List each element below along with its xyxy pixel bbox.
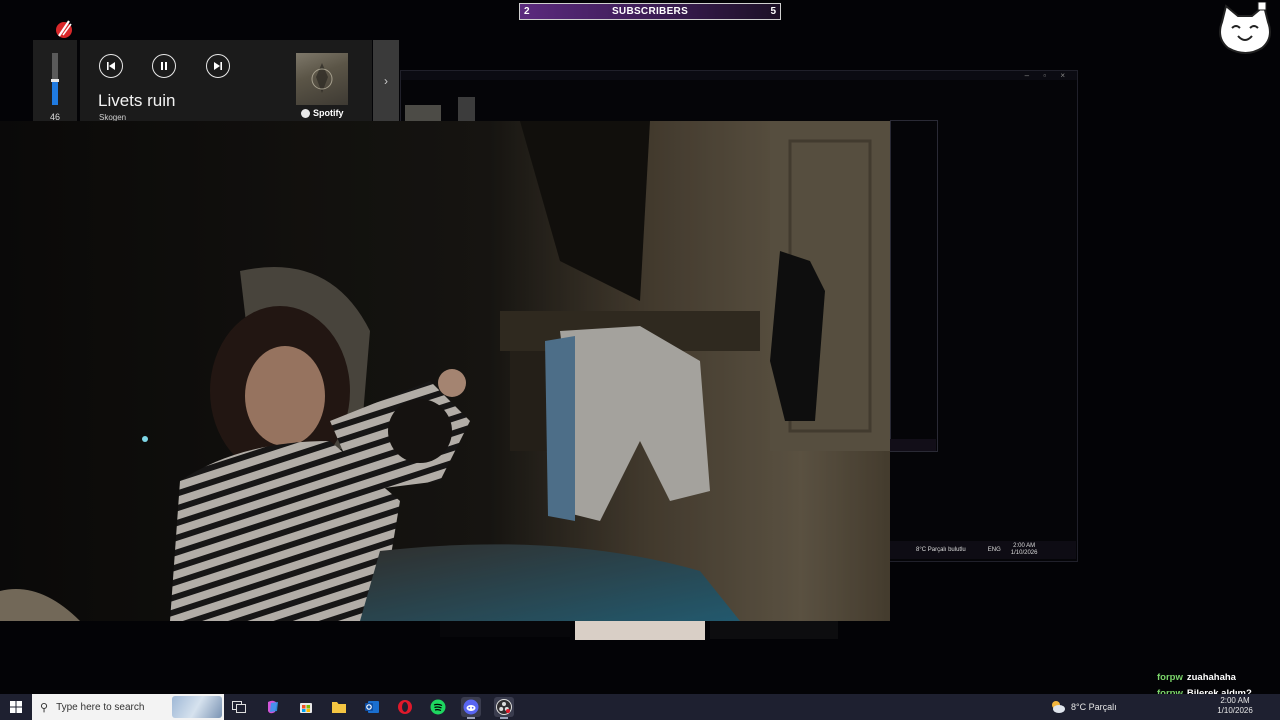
windows-logo-icon [10,701,22,713]
tray-weather-text: 8°C Parçalı [1071,702,1117,712]
previous-icon [107,62,115,70]
nested-taskbar: 8°C Parçalı bulutlu ENG 2:00 AM 1/10/202… [890,541,1076,559]
background-panel [710,621,838,639]
volume-slider-knob[interactable] [51,79,59,82]
subscriber-current: 2 [524,6,530,17]
background-window-titlebar: – ▫ × [401,71,1077,80]
search-highlight-image [172,696,222,718]
opera-icon[interactable] [395,697,415,717]
start-button[interactable] [0,694,32,720]
nested-window-edge [890,120,938,452]
media-controls-overlay: 46 Livets ruin Skogen Spotify › [33,40,399,122]
tray-time: 2:00 AM [1220,696,1250,705]
nested-taskbar-mini [890,439,936,451]
nested-album-thumbnail [405,105,441,122]
subscriber-target: 5 [770,6,776,17]
previous-track-button[interactable] [99,54,123,78]
track-title: Livets ruin [98,91,176,110]
background-thumbnail [575,621,705,640]
windows-taskbar: ⚲ Type here to search 8°C Parçalı 2:00 A… [0,694,1280,720]
obs-icon[interactable] [494,697,514,719]
spotify-icon[interactable] [428,697,448,717]
search-placeholder: Type here to search [56,701,145,713]
chat-username: forpw [1157,672,1183,683]
chat-message: forpw zuahahaha [1157,670,1280,686]
next-icon [214,62,222,70]
subscriber-label: SUBSCRIBERS [611,6,689,17]
spotify-icon [301,108,310,118]
chevron-right-icon: › [384,74,388,88]
copilot-icon[interactable] [263,697,283,717]
tray-date: 1/10/2026 [1217,706,1253,715]
stream-logo-icon [54,18,74,40]
file-explorer-icon[interactable] [329,697,349,717]
nested-clock: 2:00 AM 1/10/2026 [1010,543,1038,556]
chat-text: zuahahaha [1186,672,1236,683]
album-art [296,53,348,105]
nested-language: ENG [987,547,1001,553]
nested-media-expand [458,97,475,122]
media-expand-button[interactable]: › [373,40,399,122]
media-panel: Livets ruin Skogen Spotify [80,40,372,122]
media-source-label: Spotify [313,108,344,118]
store-icon[interactable] [296,697,316,717]
tray-clock[interactable]: 2:00 AM 1/10/2026 [1205,694,1265,720]
subscriber-goal-bar: 2 SUBSCRIBERS 5 [519,3,781,20]
outlook-icon[interactable] [362,697,382,717]
spotify-badge: Spotify [301,108,344,118]
pause-button[interactable] [152,54,176,78]
nested-weather: 8°C Parçalı bulutlu [916,547,966,553]
window-controls-icon[interactable]: – ▫ × [1025,71,1071,80]
webcam-feed [0,121,890,621]
next-track-button[interactable] [206,54,230,78]
discord-icon[interactable] [461,697,481,719]
cat-mascot-icon [1214,1,1276,58]
tray-weather[interactable]: 8°C Parçalı [1050,694,1117,720]
search-icon: ⚲ [40,701,49,714]
task-view-icon[interactable] [229,697,249,717]
background-scrubber [440,621,570,637]
weather-cloud-icon [1052,701,1065,713]
volume-panel[interactable]: 46 [33,40,77,122]
pause-icon [161,62,167,70]
volume-slider-fill [52,81,58,105]
